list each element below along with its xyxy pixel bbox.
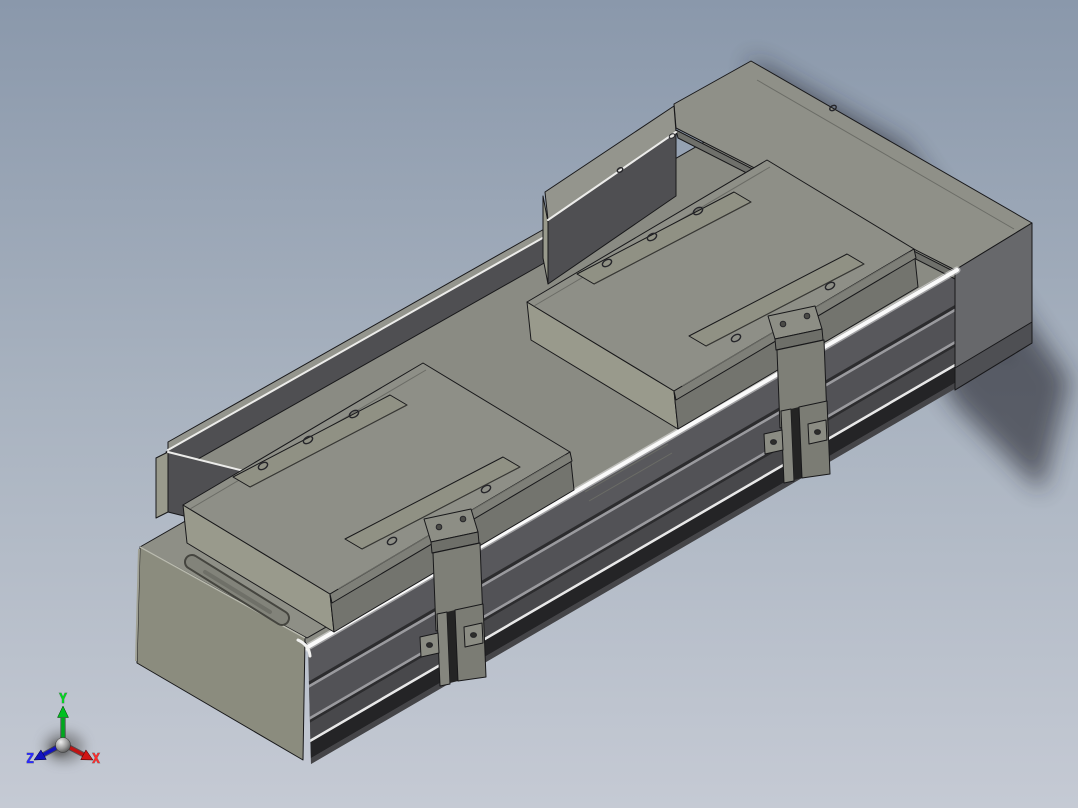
cad-viewport[interactable]: Y X Z bbox=[0, 0, 1078, 808]
x-axis-label: X bbox=[92, 752, 100, 767]
back-wall-end-face bbox=[155, 451, 169, 519]
y-axis-label: Y bbox=[59, 692, 67, 707]
z-axis-label: Z bbox=[26, 752, 34, 767]
cad-3d-scene[interactable]: Y X Z bbox=[0, 0, 1078, 808]
triad-origin-sphere bbox=[55, 737, 71, 753]
